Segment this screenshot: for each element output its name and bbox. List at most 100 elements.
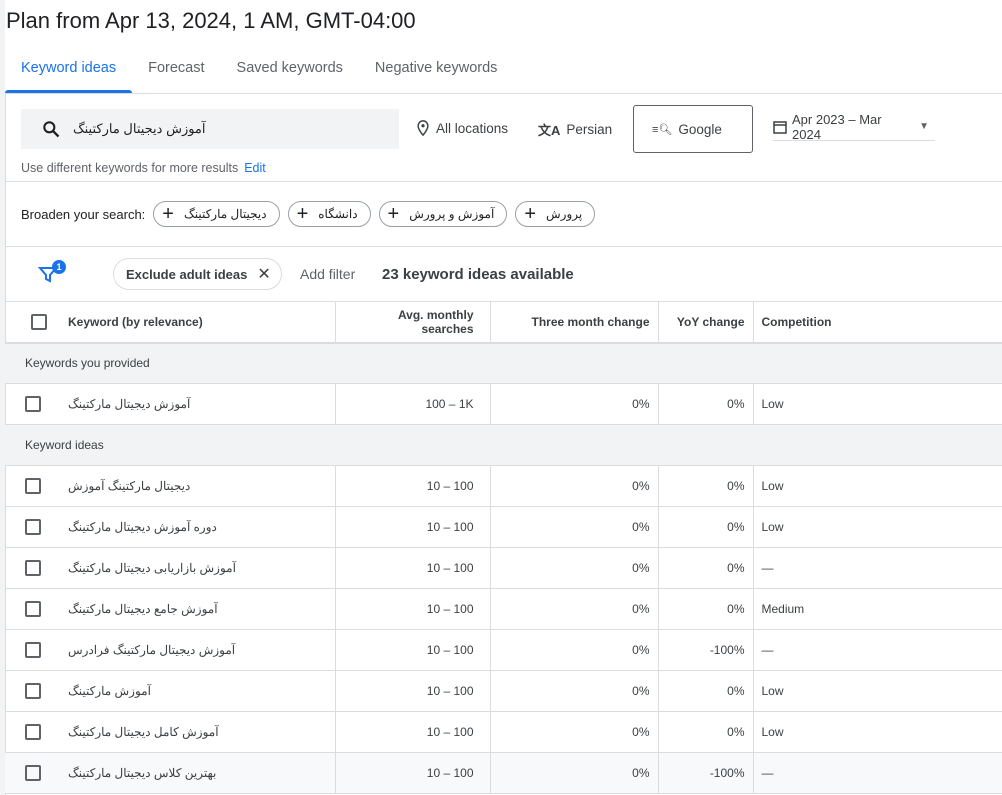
chip-label: دانشگاه bbox=[318, 207, 358, 221]
competition-cell: Low bbox=[752, 465, 1002, 507]
chip-label: آموزش و پرورش bbox=[409, 207, 495, 221]
header-keyword[interactable]: Keyword (by relevance) bbox=[60, 301, 335, 343]
table-row[interactable]: دیجیتال مارکتینگ آموزش 10 – 100 0% 0% Lo… bbox=[5, 465, 1002, 507]
avg-searches-cell: 10 – 100 bbox=[334, 465, 490, 507]
yoy-cell: -100% bbox=[657, 752, 753, 794]
filter-button[interactable]: 1 bbox=[37, 260, 66, 284]
keyword-cell: آموزش دیجیتال مارکتینگ bbox=[68, 397, 191, 411]
add-filter-button[interactable]: Add filter bbox=[300, 266, 355, 282]
three-month-cell: 0% bbox=[489, 547, 658, 589]
keyword-search-input[interactable]: آموزش دیجیتال مارکتینگ bbox=[21, 109, 399, 149]
plus-icon: + bbox=[387, 203, 400, 225]
table-row[interactable]: آموزش مارکتینگ 10 – 100 0% 0% Low bbox=[5, 670, 1002, 712]
three-month-cell: 0% bbox=[489, 465, 658, 507]
location-pin-icon bbox=[417, 120, 429, 136]
search-value: آموزش دیجیتال مارکتینگ bbox=[73, 121, 206, 136]
competition-cell: Low bbox=[752, 670, 1002, 712]
row-checkbox[interactable] bbox=[25, 601, 41, 617]
header-yoy[interactable]: YoY change bbox=[657, 301, 753, 343]
calendar-icon bbox=[773, 120, 787, 134]
table-row[interactable]: آموزش بازاریابی دیجیتال مارکتینگ 10 – 10… bbox=[5, 547, 1002, 589]
select-all-checkbox[interactable] bbox=[30, 313, 47, 330]
table-header: Keyword (by relevance) Avg. monthly sear… bbox=[5, 301, 1002, 343]
header-competition[interactable]: Competition bbox=[752, 301, 1002, 343]
yoy-cell: 0% bbox=[657, 383, 753, 425]
divider bbox=[5, 181, 1002, 182]
location-selector[interactable]: All locations bbox=[416, 120, 508, 136]
keyword-cell: آموزش دیجیتال مارکتینگ فرادرس bbox=[68, 643, 236, 657]
header-avg-searches[interactable]: Avg. monthly searches bbox=[334, 301, 490, 343]
table-row[interactable]: آموزش دیجیتال مارکتینگ 100 – 1K 0% 0% Lo… bbox=[5, 383, 1002, 425]
section-label: Keyword ideas bbox=[5, 424, 1002, 466]
plus-icon: + bbox=[524, 203, 536, 225]
table-row[interactable]: بهترین کلاس دیجیتال مارکتینگ 10 – 100 0%… bbox=[5, 752, 1002, 794]
row-checkbox[interactable] bbox=[25, 765, 41, 781]
language-selector[interactable]: 文A Persian bbox=[538, 120, 612, 139]
table-row[interactable]: دوره آموزش دیجیتال مارکتینگ 10 – 100 0% … bbox=[5, 506, 1002, 548]
exclude-adult-filter-chip[interactable]: Exclude adult ideas ✕ bbox=[113, 258, 282, 290]
three-month-cell: 0% bbox=[489, 383, 658, 425]
row-checkbox[interactable] bbox=[25, 683, 41, 699]
tab-saved-keywords[interactable]: Saved keywords bbox=[221, 52, 359, 93]
network-label: Google bbox=[678, 121, 722, 137]
row-checkbox[interactable] bbox=[25, 519, 41, 535]
row-checkbox[interactable] bbox=[25, 724, 41, 740]
avg-searches-cell: 10 – 100 bbox=[334, 588, 490, 630]
three-month-cell: 0% bbox=[489, 711, 658, 753]
avg-searches-cell: 10 – 100 bbox=[334, 629, 490, 671]
competition-cell: — bbox=[752, 752, 1002, 794]
avg-searches-cell: 100 – 1K bbox=[334, 383, 490, 425]
page-title: Plan from Apr 13, 2024, 1 AM, GMT-04:00 bbox=[6, 8, 416, 33]
tab-bar: Keyword ideas Forecast Saved keywords Ne… bbox=[5, 52, 513, 93]
tab-keyword-ideas[interactable]: Keyword ideas bbox=[5, 52, 133, 93]
broaden-chip[interactable]: + دانشگاه bbox=[287, 201, 371, 227]
three-month-cell: 0% bbox=[489, 752, 658, 794]
keyword-cell: دیجیتال مارکتینگ آموزش bbox=[68, 479, 191, 493]
keyword-cell: آموزش کامل دیجیتال مارکتینگ bbox=[68, 725, 219, 739]
filter-count-badge: 1 bbox=[52, 260, 66, 274]
three-month-cell: 0% bbox=[489, 506, 658, 548]
yoy-cell: 0% bbox=[657, 670, 753, 712]
search-icon bbox=[43, 121, 60, 138]
network-selector[interactable]: ≡🔍︎ Google bbox=[633, 105, 753, 153]
keyword-cell: آموزش مارکتینگ bbox=[68, 684, 151, 698]
language-label: Persian bbox=[566, 122, 613, 137]
broaden-chip[interactable]: + آموزش و پرورش bbox=[378, 201, 508, 227]
tab-negative-keywords[interactable]: Negative keywords bbox=[359, 52, 514, 93]
table-row[interactable]: آموزش کامل دیجیتال مارکتینگ 10 – 100 0% … bbox=[5, 711, 1002, 753]
avg-searches-cell: 10 – 100 bbox=[334, 506, 490, 548]
edit-link[interactable]: Edit bbox=[244, 161, 266, 175]
broaden-chip[interactable]: + دیجیتال مارکتینگ bbox=[153, 201, 280, 227]
plus-icon: + bbox=[296, 203, 309, 225]
section-header: Keyword ideas bbox=[5, 424, 1002, 466]
header-three-month[interactable]: Three month change bbox=[489, 301, 658, 343]
competition-cell: Low bbox=[752, 506, 1002, 548]
filter-bar: 1 Exclude adult ideas ✕ Add filter 23 key… bbox=[37, 258, 638, 290]
keyword-cell: آموزش جامع دیجیتال مارکتینگ bbox=[68, 602, 218, 616]
keyword-count: 23 keyword ideas available bbox=[382, 265, 574, 283]
row-checkbox[interactable] bbox=[25, 396, 41, 412]
table-row[interactable]: آموزش جامع دیجیتال مارکتینگ 10 – 100 0% … bbox=[5, 588, 1002, 630]
yoy-cell: 0% bbox=[657, 465, 753, 507]
row-checkbox[interactable] bbox=[25, 560, 41, 576]
date-range-selector[interactable]: Apr 2023 – Mar 2024 ▼ bbox=[773, 111, 935, 142]
date-range-label: Apr 2023 – Mar 2024 bbox=[792, 111, 882, 142]
keyword-cell: آموزش بازاریابی دیجیتال مارکتینگ bbox=[68, 561, 236, 575]
tab-forecast[interactable]: Forecast bbox=[132, 52, 220, 93]
avg-searches-cell: 10 – 100 bbox=[334, 711, 490, 753]
row-checkbox[interactable] bbox=[25, 478, 41, 494]
three-month-cell: 0% bbox=[489, 588, 658, 630]
broaden-chip[interactable]: + پرورش bbox=[515, 201, 596, 227]
chip-label: پرورش bbox=[546, 207, 583, 221]
three-month-cell: 0% bbox=[489, 629, 658, 671]
competition-cell: Medium bbox=[752, 588, 1002, 630]
competition-cell: Low bbox=[752, 711, 1002, 753]
keyword-table: Keyword (by relevance) Avg. monthly sear… bbox=[5, 301, 1002, 794]
broaden-label: Broaden your search: bbox=[21, 206, 146, 222]
row-checkbox[interactable] bbox=[25, 642, 41, 658]
section-label: Keywords you provided bbox=[5, 342, 1002, 384]
dropdown-arrow-icon: ▼ bbox=[919, 121, 929, 132]
table-row[interactable]: آموزش دیجیتال مارکتینگ فرادرس 10 – 100 0… bbox=[5, 629, 1002, 671]
close-icon[interactable]: ✕ bbox=[257, 264, 270, 284]
keyword-cell: دوره آموزش دیجیتال مارکتینگ bbox=[68, 520, 217, 534]
